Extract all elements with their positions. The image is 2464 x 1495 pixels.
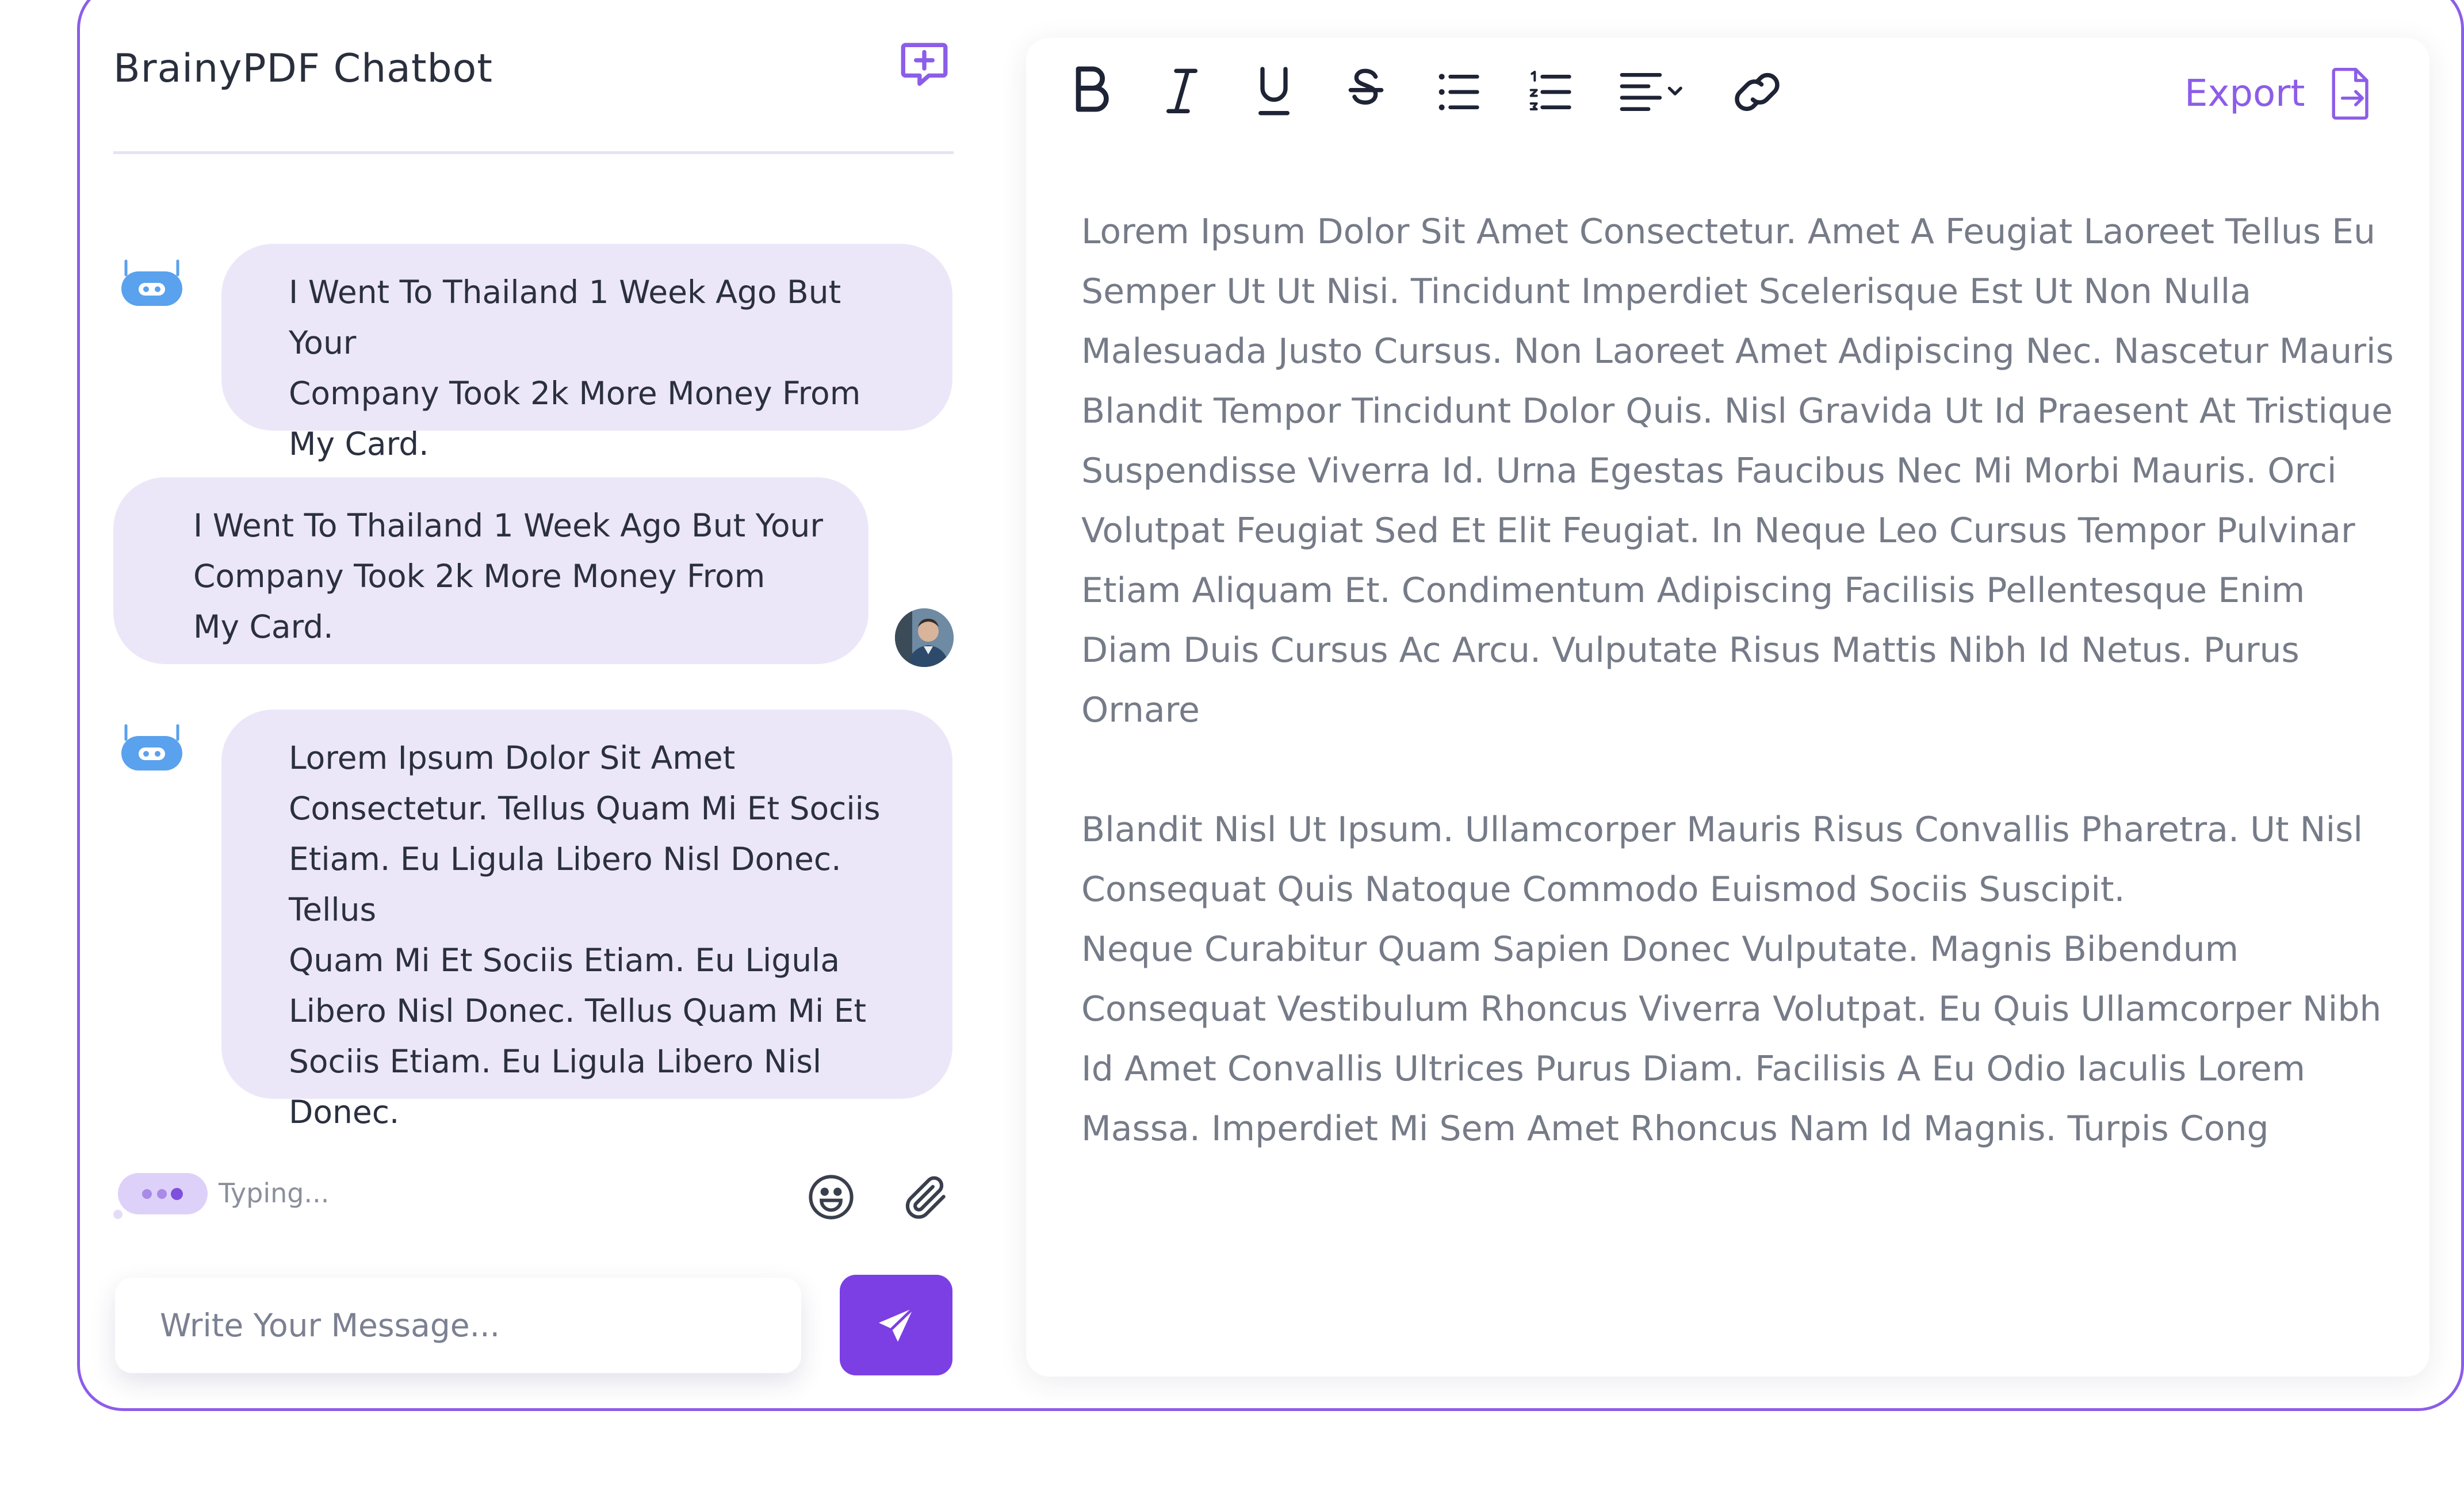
attach-button[interactable]	[900, 1171, 952, 1224]
send-button[interactable]	[840, 1275, 952, 1375]
message-plus-icon	[901, 43, 948, 86]
export-button[interactable]: Export	[2184, 62, 2374, 125]
align-dropdown-button[interactable]	[1616, 57, 1692, 126]
bot-avatar	[118, 719, 186, 774]
header-divider	[113, 151, 954, 154]
strikethrough-icon	[1348, 68, 1384, 105]
bullet-list-icon	[1438, 74, 1479, 110]
chat-title: BrainyPDF Chatbot	[113, 46, 493, 91]
export-icon	[2332, 68, 2369, 120]
italic-button[interactable]	[1159, 57, 1205, 126]
bullet-list-button[interactable]	[1435, 57, 1481, 126]
emoji-button[interactable]	[805, 1171, 857, 1223]
numbered-list-icon	[1529, 71, 1571, 110]
robot-icon	[121, 259, 182, 306]
message-input[interactable]	[115, 1278, 801, 1373]
typing-indicator	[118, 1173, 208, 1214]
underline-icon	[1258, 67, 1290, 116]
editor-paragraph: Blandit Nisl Ut Ipsum. Ullamcorper Mauri…	[1081, 810, 2363, 910]
editor-paragraph: Lorem Ipsum Dolor Sit Amet Consectetur. …	[1081, 212, 2394, 730]
link-icon	[1735, 72, 1780, 112]
underline-button[interactable]	[1251, 57, 1297, 126]
italic-icon	[1166, 68, 1197, 113]
numbered-list-button[interactable]	[1527, 57, 1573, 126]
editor-paragraph: Neque Curabitur Quam Sapien Donec Vulput…	[1081, 929, 2382, 1149]
user-avatar	[895, 608, 954, 667]
user-message-bubble: I Went To Thailand 1 Week Ago But Your C…	[113, 477, 868, 664]
bot-avatar	[118, 254, 186, 309]
export-label: Export	[2184, 72, 2305, 115]
align-dropdown-icon	[1620, 73, 1682, 111]
typing-indicator-tail	[113, 1210, 123, 1219]
bold-button[interactable]	[1067, 57, 1113, 126]
bot-message-bubble: I Went To Thailand 1 Week Ago But Your C…	[221, 244, 952, 462]
robot-icon	[121, 724, 182, 770]
typing-label: Typing...	[219, 1178, 330, 1209]
link-button[interactable]	[1731, 57, 1783, 126]
strikethrough-button[interactable]	[1343, 57, 1389, 126]
editor-content[interactable]: Lorem Ipsum Dolor Sit Amet Consectetur. …	[1081, 202, 2404, 1159]
smiley-icon	[809, 1175, 854, 1220]
bot-message-bubble: Lorem Ipsum Dolor Sit Amet Consectetur. …	[221, 710, 952, 1130]
paper-plane-icon	[879, 1306, 915, 1342]
new-chat-button[interactable]	[896, 37, 952, 93]
paperclip-icon	[905, 1176, 946, 1219]
bold-icon	[1076, 66, 1109, 112]
